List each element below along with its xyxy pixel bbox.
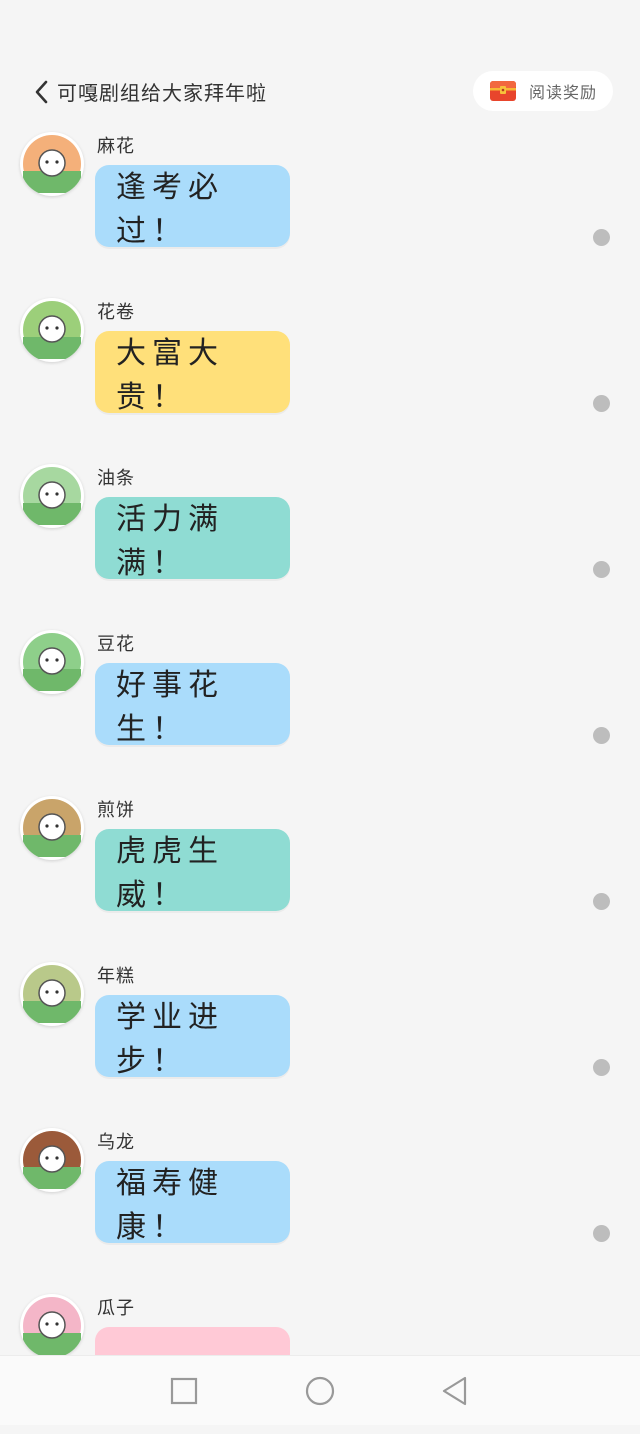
- avatar[interactable]: [20, 962, 84, 1026]
- avatar[interactable]: [20, 630, 84, 694]
- unread-dot: [593, 893, 610, 910]
- unread-dot: [593, 1059, 610, 1076]
- back-button[interactable]: [30, 78, 52, 106]
- header-bar: 可嘎剧组给大家拜年啦 阅读奖励: [0, 60, 640, 124]
- treasure-chest-icon: [490, 81, 516, 101]
- message-row: 油条 活力满满！: [0, 464, 640, 604]
- message-row: 麻花 逢考必过！: [0, 132, 640, 272]
- message-row: 豆花 好事花生！: [0, 630, 640, 770]
- sender-name: 花卷: [97, 302, 135, 323]
- system-navigation-bar: [0, 1355, 640, 1425]
- square-recent-apps-icon: [170, 1377, 198, 1405]
- sender-name: 煎饼: [97, 800, 135, 821]
- avatar[interactable]: [20, 132, 84, 196]
- sender-name: 瓜子: [97, 1298, 135, 1319]
- avatar[interactable]: [20, 1128, 84, 1192]
- message-bubble[interactable]: 活力满满！: [95, 497, 290, 581]
- chat-list: 麻花 逢考必过！ 花卷 大富大贵！ 油条 活力满满！ 豆花 好事花生！ 煎饼 虎…: [0, 0, 640, 1424]
- reward-label: 阅读奖励: [529, 83, 598, 102]
- sender-name: 年糕: [97, 966, 135, 987]
- message-row: 乌龙 福寿健康！: [0, 1128, 640, 1268]
- system-back-button[interactable]: [438, 1374, 472, 1408]
- reading-reward-button[interactable]: 阅读奖励: [473, 71, 613, 111]
- sender-name: 豆花: [97, 634, 135, 655]
- message-bubble[interactable]: 虎虎生威！: [95, 829, 290, 913]
- unread-dot: [593, 395, 610, 412]
- avatar[interactable]: [20, 464, 84, 528]
- unread-dot: [593, 561, 610, 578]
- sender-name: 麻花: [97, 136, 135, 157]
- avatar[interactable]: [20, 796, 84, 860]
- triangle-back-icon: [442, 1376, 467, 1406]
- home-button[interactable]: [303, 1374, 337, 1408]
- recent-apps-button[interactable]: [167, 1374, 201, 1408]
- message-row: 年糕 学业进步！: [0, 962, 640, 1102]
- unread-dot: [593, 229, 610, 246]
- message-bubble[interactable]: 福寿健康！: [95, 1161, 290, 1245]
- message-row: 花卷 大富大贵！: [0, 298, 640, 438]
- circle-home-icon: [305, 1376, 335, 1406]
- sender-name: 油条: [97, 468, 135, 489]
- message-row: 煎饼 虎虎生威！: [0, 796, 640, 936]
- message-bubble[interactable]: 好事花生！: [95, 663, 290, 747]
- message-bubble[interactable]: 逢考必过！: [95, 165, 290, 249]
- sender-name: 乌龙: [97, 1132, 135, 1153]
- message-bubble[interactable]: 大富大贵！: [95, 331, 290, 415]
- page-title: 可嘎剧组给大家拜年啦: [57, 81, 267, 105]
- chevron-left-icon: [35, 80, 48, 104]
- avatar[interactable]: [20, 298, 84, 362]
- unread-dot: [593, 727, 610, 744]
- message-bubble[interactable]: 学业进步！: [95, 995, 290, 1079]
- avatar[interactable]: [20, 1294, 84, 1358]
- unread-dot: [593, 1225, 610, 1242]
